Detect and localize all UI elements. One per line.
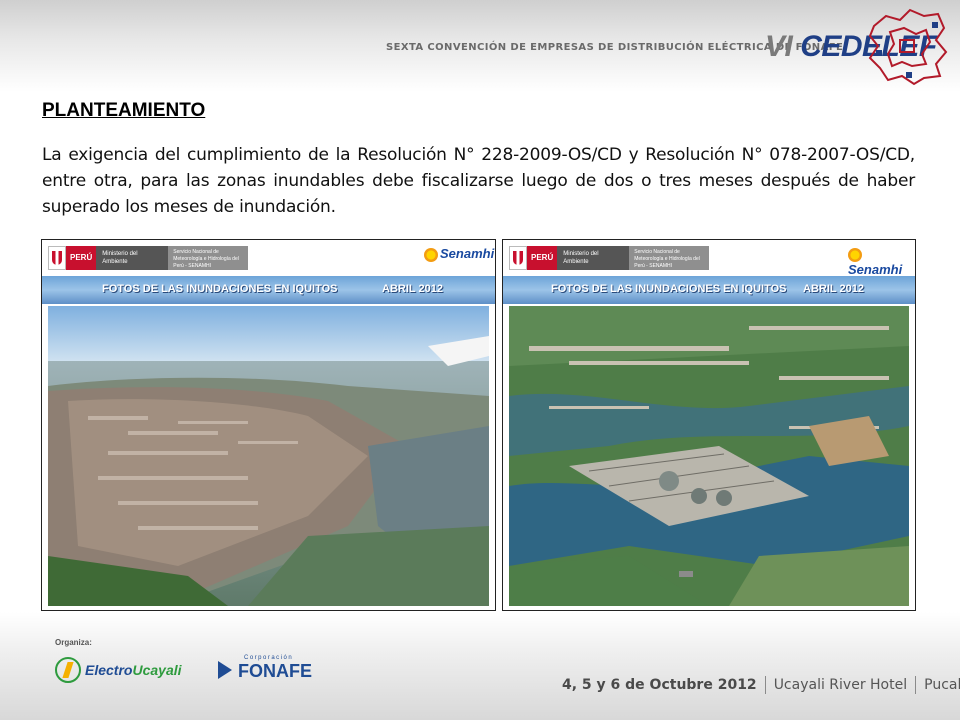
arrow-icon: [218, 661, 232, 679]
peru-shield-icon: [509, 246, 527, 270]
senamhi-logo: Senamhi: [848, 246, 915, 277]
caption-date: ABRIL 2012: [803, 283, 864, 295]
flood-photo-right: PERÚ Ministerio del Ambiente Servicio Na…: [502, 239, 916, 611]
photo-header: PERÚ Ministerio del Ambiente Servicio Na…: [503, 240, 915, 277]
photo-caption: FOTOS DE LAS INUNDACIONES EN IQUITOS ABR…: [503, 276, 915, 304]
ucayali-label: Ucayali: [132, 662, 182, 678]
slide-body: La exigencia del cumplimiento de la Reso…: [42, 145, 915, 217]
electro-label: Electro: [85, 662, 133, 678]
photo-caption: FOTOS DE LAS INUNDACIONES EN IQUITOS ABR…: [42, 276, 495, 304]
peru-label: PERÚ: [66, 246, 97, 270]
service-label: Servicio Nacional de Meteorología e Hidr…: [629, 246, 710, 270]
senamhi-label: Senamhi: [440, 246, 495, 261]
peru-shield-icon: [48, 246, 66, 270]
flooded-city-aerial-image: [48, 306, 489, 606]
organiza-label: Organiza:: [55, 638, 92, 647]
event-info: 4, 5 y 6 de Octubre 2012 Ucayali River Ho…: [562, 676, 960, 694]
peru-government-badge: PERÚ Ministerio del Ambiente Servicio Na…: [48, 246, 249, 270]
ministry-label: Ministerio del Ambiente: [557, 246, 630, 270]
ministry-label: Ministerio del Ambiente: [96, 246, 169, 270]
slide-title: PLANTEAMIENTO: [42, 100, 206, 121]
peru-government-badge: PERÚ Ministerio del Ambiente Servicio Na…: [509, 246, 710, 270]
caption-title: FOTOS DE LAS INUNDACIONES EN IQUITOS: [551, 283, 787, 295]
senamhi-label: Senamhi: [848, 261, 903, 277]
senamhi-logo: Senamhi: [424, 246, 494, 262]
electro-ucayali-logo: Electro Ucayali: [55, 657, 182, 683]
caption-date: ABRIL 2012: [382, 283, 443, 295]
service-label: Servicio Nacional de Meteorología e Hidr…: [168, 246, 249, 270]
flood-photo-left: PERÚ Ministerio del Ambiente Servicio Na…: [41, 239, 496, 611]
event-date: 4, 5 y 6 de Octubre 2012: [562, 677, 757, 693]
brand-prefix: VI: [765, 30, 793, 63]
sun-icon: [848, 247, 862, 262]
photo-header: PERÚ Ministerio del Ambiente Servicio Na…: [42, 240, 495, 276]
event-city: Pucallpa: [924, 677, 960, 693]
sun-icon: [424, 247, 438, 262]
caption-title: FOTOS DE LAS INUNDACIONES EN IQUITOS: [102, 283, 338, 295]
divider: [915, 676, 917, 694]
fonafe-label: FONAFE: [238, 661, 312, 681]
peru-label: PERÚ: [527, 246, 558, 270]
event-venue: Ucayali River Hotel: [773, 677, 908, 693]
divider: [764, 676, 766, 694]
lightning-bolt-icon: [55, 657, 81, 683]
flooded-plant-aerial-image: [509, 306, 909, 606]
cedelef-seal-icon: [868, 8, 948, 86]
